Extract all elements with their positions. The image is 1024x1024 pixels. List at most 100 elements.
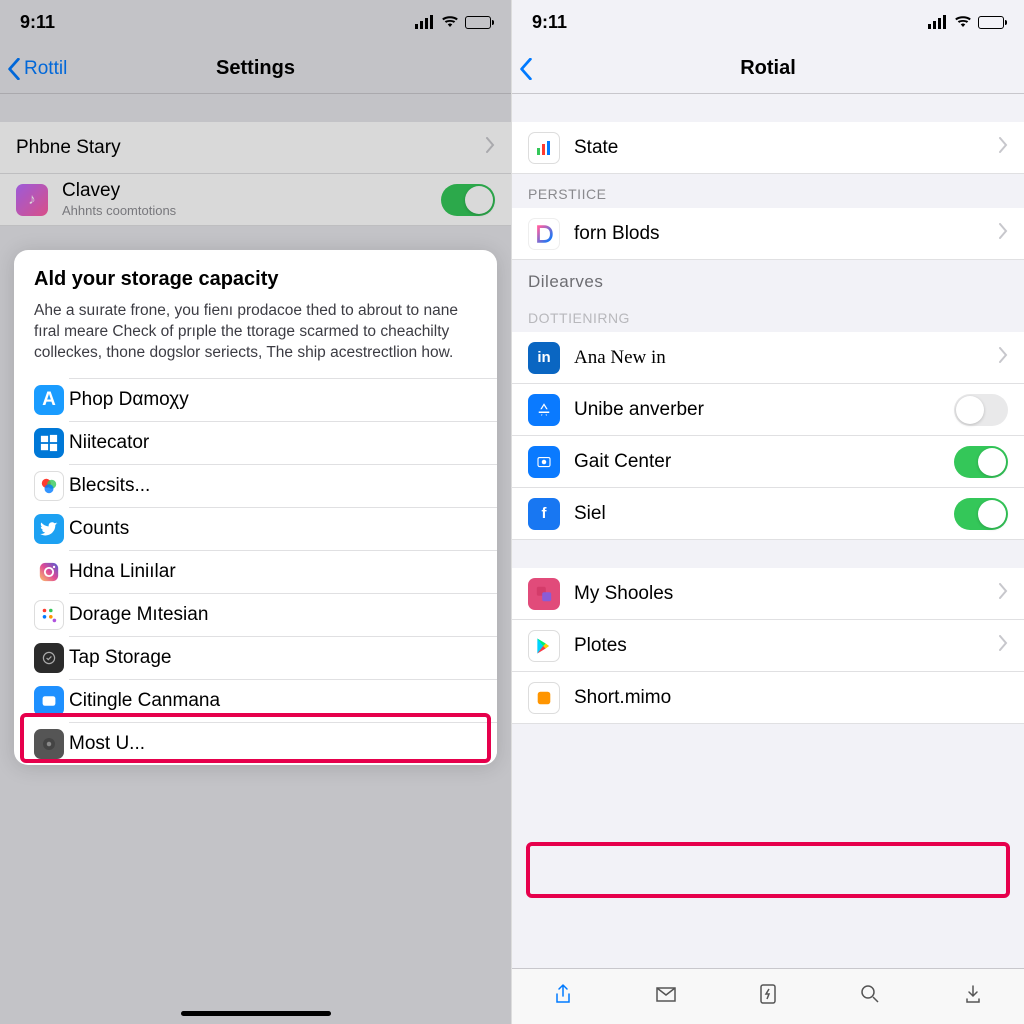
pattern-icon [34, 600, 64, 630]
toggle-siel[interactable] [954, 498, 1008, 530]
windows-icon [34, 428, 64, 458]
back-button[interactable] [518, 44, 536, 93]
card-row-label: Most U... [69, 733, 145, 755]
row-label: State [574, 137, 998, 159]
row-gait-center[interactable]: Gait Center [512, 436, 1024, 488]
row-short-mimo[interactable]: Short.mimo [512, 672, 1024, 724]
card-row-label: Counts [69, 518, 129, 540]
row-clavey[interactable]: ♪ Clavey Ahhnts coomtotions [0, 174, 511, 226]
row-label: Short.mimo [574, 687, 1008, 709]
row-phbne-stary[interactable]: Phbne Stary [0, 122, 511, 174]
card-row-label: Dorage Mıtesian [69, 604, 208, 626]
row-siel[interactable]: f Siel [512, 488, 1024, 540]
row-label: forn Blods [574, 223, 998, 245]
tab-bolt[interactable] [756, 982, 780, 1011]
chevron-right-icon [485, 137, 495, 158]
tab-mail[interactable] [654, 982, 678, 1011]
back-label: Rottil [24, 58, 67, 80]
page-title: Rotial [740, 57, 796, 80]
wifi-icon [441, 12, 459, 33]
card-row-citingle[interactable]: Citingle Canmana [69, 679, 497, 722]
signal-icon [415, 15, 435, 29]
card-row-label: Citingle Canmana [69, 690, 220, 712]
card-row-phop[interactable]: A Phop Dαmοχy [69, 378, 497, 421]
card-row-hdna[interactable]: Hdna Liniılar [69, 550, 497, 593]
card-title: Ald your storage capacity [34, 268, 477, 291]
nav-header: Rotial [512, 44, 1024, 94]
card-row-label: Blecsits... [69, 475, 150, 497]
card-row-tap-storage[interactable]: Tap Storage [69, 636, 497, 679]
row-label: Unibe anverber [574, 399, 954, 421]
wifi-icon [954, 12, 972, 33]
row-label: Phbne Stary [16, 137, 485, 159]
card-row-niitecator[interactable]: Niitecator [69, 421, 497, 464]
colors-icon [34, 471, 64, 501]
gear-icon [34, 729, 64, 759]
phone-left: 9:11 Rottil Settings Phbne Stary ♪ Clave… [0, 0, 512, 1024]
battery-icon [978, 16, 1004, 29]
toggle-unibe[interactable] [954, 394, 1008, 426]
gamecenter-icon [528, 446, 560, 478]
storage-card: Ald your storage capacity Ahe a suırate … [14, 250, 497, 765]
toggle-gait[interactable] [954, 446, 1008, 478]
app-icon: A [34, 385, 64, 415]
toggle-clavey[interactable] [441, 184, 495, 216]
row-label: Plotes [574, 635, 998, 657]
message-icon [34, 686, 64, 716]
row-label: Gait Center [574, 451, 954, 473]
row-label: My Shooles [574, 583, 998, 605]
music-icon: ♪ [16, 184, 48, 216]
status-bar: 9:11 [512, 0, 1024, 44]
row-plotes[interactable]: Plotes [512, 620, 1024, 672]
phone-right: 9:11 Rotial State PERSTIICE forn Blods D… [512, 0, 1024, 1024]
chevron-right-icon [998, 347, 1008, 368]
tab-download[interactable] [961, 982, 985, 1011]
chevron-right-icon [998, 137, 1008, 158]
row-label: Clavey [62, 180, 441, 202]
highlight-box [526, 842, 1010, 898]
card-row-blecsits[interactable]: Blecsits... [69, 464, 497, 507]
tab-bar [512, 968, 1024, 1024]
home-indicator[interactable] [181, 1011, 331, 1016]
chevron-left-icon [6, 58, 22, 80]
twitter-icon [34, 514, 64, 544]
playstore-icon [528, 630, 560, 662]
row-sublabel: Ahhnts coomtotions [62, 203, 176, 218]
linkedin-icon: in [528, 342, 560, 374]
row-forn-blods[interactable]: forn Blods [512, 208, 1024, 260]
section-header-persticse: PERSTIICE [512, 174, 1024, 208]
instagram-icon [34, 557, 64, 587]
card-row-label: Hdna Liniılar [69, 561, 176, 583]
tab-share[interactable] [551, 982, 575, 1011]
section-header-dilearves: Dilearves [512, 260, 1024, 298]
chevron-right-icon [998, 223, 1008, 244]
row-label: Siel [574, 503, 954, 525]
chevron-right-icon [998, 635, 1008, 656]
chevron-right-icon [998, 583, 1008, 604]
d-icon [528, 218, 560, 250]
chevron-left-icon [518, 58, 534, 80]
nav-header: Rottil Settings [0, 44, 511, 94]
row-unibe-anverber[interactable]: Unibe anverber [512, 384, 1024, 436]
chart-icon [528, 132, 560, 164]
status-time: 9:11 [532, 12, 567, 33]
row-my-shooles[interactable]: My Shooles [512, 568, 1024, 620]
card-row-label: Phop Dαmοχy [69, 389, 189, 411]
app-icon [528, 682, 560, 714]
row-ana-new-in[interactable]: in Ana New in [512, 332, 1024, 384]
back-button[interactable]: Rottil [6, 44, 67, 93]
row-label: Ana New in [574, 347, 998, 369]
card-row-label: Tap Storage [69, 647, 171, 669]
card-body: Ahe a suırate frone, you fienı prodacoe … [34, 301, 477, 364]
card-row-most-u[interactable]: Most U... [69, 722, 497, 765]
dark-icon [34, 643, 64, 673]
appstore-icon [528, 394, 560, 426]
status-time: 9:11 [20, 12, 55, 33]
tab-search[interactable] [858, 982, 882, 1011]
card-row-label: Niitecator [69, 432, 149, 454]
shortcuts-icon [528, 578, 560, 610]
page-title: Settings [216, 57, 295, 80]
row-state[interactable]: State [512, 122, 1024, 174]
card-row-dorage[interactable]: Dorage Mıtesian [69, 593, 497, 636]
card-row-counts[interactable]: Counts [69, 507, 497, 550]
